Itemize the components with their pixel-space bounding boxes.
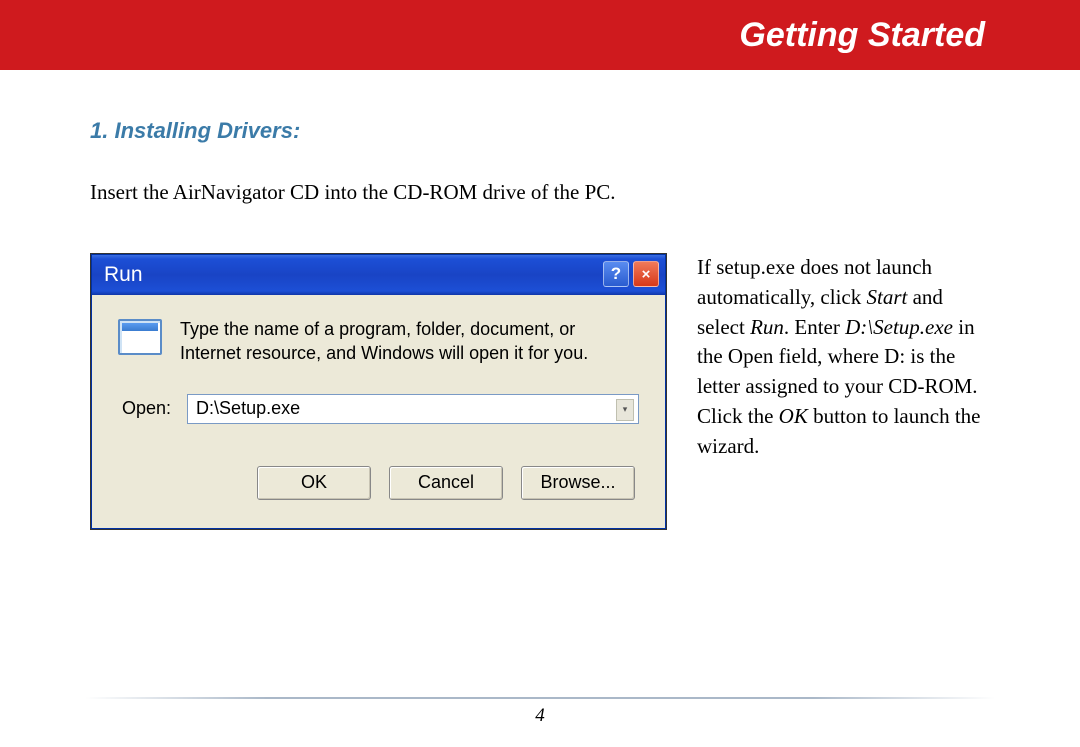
run-dialog: Run ? × bbox=[91, 254, 666, 529]
open-value: D:\Setup.exe bbox=[196, 398, 300, 419]
open-combobox[interactable]: D:\Setup.exe ▾ bbox=[187, 394, 639, 424]
close-button[interactable]: × bbox=[633, 261, 659, 287]
close-icon: × bbox=[642, 266, 651, 283]
intro-text: Insert the AirNavigator CD into the CD-R… bbox=[90, 180, 995, 205]
page-number: 4 bbox=[0, 705, 1080, 727]
dialog-title: Run bbox=[104, 263, 143, 287]
browse-button[interactable]: Browse... bbox=[521, 466, 635, 500]
message-row: Type the name of a program, folder, docu… bbox=[118, 317, 639, 366]
open-row: Open: D:\Setup.exe ▾ bbox=[122, 394, 639, 424]
body-row: Run ? × bbox=[90, 253, 995, 530]
section-heading: 1. Installing Drivers: bbox=[90, 118, 995, 144]
footer: 4 bbox=[0, 697, 1080, 727]
titlebar-buttons: ? × bbox=[603, 261, 659, 287]
dropdown-arrow-icon[interactable]: ▾ bbox=[616, 399, 634, 421]
titlebar: Run ? × bbox=[92, 255, 665, 295]
ok-button[interactable]: OK bbox=[257, 466, 371, 500]
cancel-button[interactable]: Cancel bbox=[389, 466, 503, 500]
instruction-paragraph: If setup.exe does not launch automatical… bbox=[697, 253, 995, 462]
button-row: OK Cancel Browse... bbox=[118, 466, 639, 500]
help-icon: ? bbox=[611, 264, 621, 284]
footer-divider bbox=[85, 697, 995, 699]
header-band: Getting Started bbox=[0, 0, 1080, 70]
content-area: 1. Installing Drivers: Insert the AirNav… bbox=[0, 70, 1080, 530]
run-dialog-screenshot: Run ? × bbox=[90, 253, 667, 530]
page-header-title: Getting Started bbox=[739, 16, 985, 55]
dialog-body: Type the name of a program, folder, docu… bbox=[92, 295, 665, 528]
open-label: Open: bbox=[122, 398, 171, 419]
help-button[interactable]: ? bbox=[603, 261, 629, 287]
run-program-icon bbox=[118, 319, 162, 357]
dialog-message: Type the name of a program, folder, docu… bbox=[180, 317, 639, 366]
